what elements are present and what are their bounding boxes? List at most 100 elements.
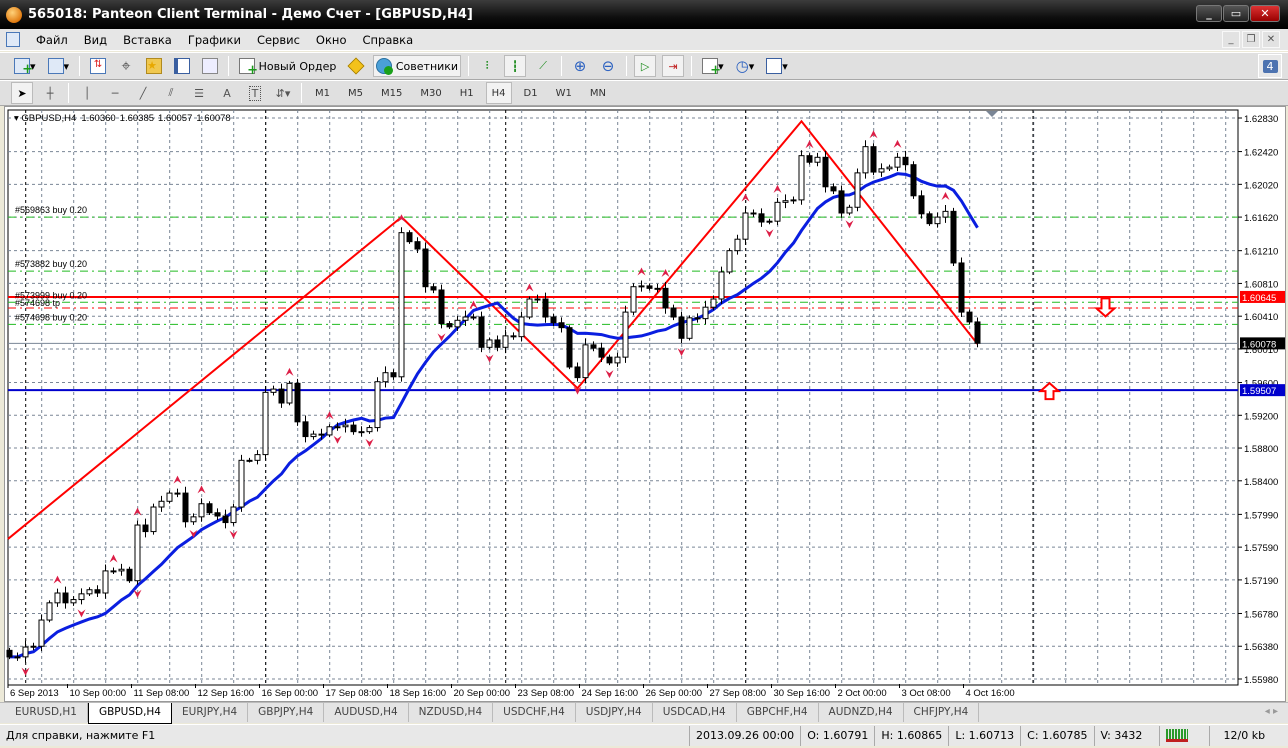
channel-icon: ⫽ [168, 86, 174, 99]
chart-tab[interactable]: NZDUSD,H4 [409, 703, 494, 722]
menu-view[interactable]: Вид [76, 33, 115, 47]
bear-candle [902, 156, 909, 166]
chart-window-icon[interactable] [6, 32, 20, 47]
bear-candle [926, 213, 933, 225]
bull-candle [86, 589, 93, 595]
chart-tab[interactable]: EURUSD,H1 [5, 703, 88, 722]
bear-candle [574, 366, 581, 379]
chart-shift-button[interactable]: ⇥ [662, 55, 685, 77]
timeframe-m15[interactable]: M15 [375, 82, 408, 104]
timeframe-d1[interactable]: D1 [518, 82, 544, 104]
bull-candle [622, 311, 629, 358]
x-tick-label: 18 Sep 16:00 [390, 688, 447, 699]
indicators-button[interactable]: + ▾ [699, 55, 727, 78]
candlestick-chart-button[interactable]: ┇ [504, 55, 527, 77]
order-label: #573882 buy 0.20 [15, 259, 87, 269]
bull-candle [470, 316, 477, 319]
mdi-minimize-button[interactable]: _ [1222, 31, 1240, 48]
bear-candle [222, 515, 229, 524]
profiles-button[interactable]: ▾ [45, 55, 73, 77]
bull-candle [798, 155, 805, 201]
new-order-button[interactable]: + Новый Ордер [236, 55, 339, 78]
maximize-button[interactable]: ▭ [1223, 5, 1249, 22]
timeframe-m5[interactable]: M5 [342, 82, 369, 104]
templates-button[interactable]: ▾ [763, 55, 791, 77]
chart-tab[interactable]: AUDUSD,H4 [324, 703, 409, 722]
timeframe-mn[interactable]: MN [584, 82, 612, 104]
chart-tab[interactable]: GBPJPY,H4 [248, 703, 325, 722]
menu-window[interactable]: Окно [308, 33, 355, 47]
timeframe-h1[interactable]: H1 [454, 82, 480, 104]
zoom-in-button[interactable]: ⊕ [569, 55, 591, 77]
menu-tools[interactable]: Сервис [249, 33, 308, 47]
equidistant-channel-button[interactable]: ⫽ [160, 82, 182, 104]
chart-symbol: GBPUSD,H4 [21, 113, 76, 124]
bear-candle [126, 568, 133, 582]
cursor-button[interactable]: ➤ [11, 82, 33, 104]
navigator-button[interactable]: ★ [143, 55, 165, 77]
text-button[interactable]: A [216, 82, 238, 104]
connection-status-icon[interactable] [1160, 725, 1210, 746]
bull-candle [54, 592, 61, 604]
mdi-close-button[interactable]: ✕ [1262, 31, 1280, 48]
menu-help[interactable]: Справка [354, 33, 421, 47]
chart-tab[interactable]: AUDNZD,H4 [819, 703, 904, 722]
minimize-button[interactable]: _ [1196, 5, 1222, 22]
bar-chart-button[interactable]: ⫶ [476, 55, 498, 77]
bear-candle [446, 323, 453, 328]
text-label-button[interactable]: T [244, 82, 266, 104]
tab-scroll-arrows[interactable]: ◂ ▸ [1265, 706, 1278, 717]
periodicity-button[interactable]: ◷ ▾ [733, 55, 758, 77]
timeframe-m1[interactable]: M1 [309, 82, 336, 104]
x-tick-label: 17 Sep 08:00 [326, 688, 383, 699]
timeframe-m30[interactable]: M30 [414, 82, 447, 104]
status-high: H: 1.60865 [875, 725, 950, 746]
data-window-button[interactable]: ⌖ [115, 55, 137, 77]
line-chart-button[interactable]: ⟋ [532, 55, 554, 77]
menu-insert[interactable]: Вставка [115, 33, 180, 47]
auto-scroll-button[interactable]: ▷ [634, 55, 657, 77]
chart-tab[interactable]: GBPUSD,H4 [87, 703, 172, 724]
menu-charts[interactable]: Графики [180, 33, 249, 47]
chart-tab[interactable]: USDJPY,H4 [576, 703, 653, 722]
chart-tab[interactable]: EURJPY,H4 [172, 703, 249, 722]
bull-candle [582, 344, 589, 379]
mdi-restore-button[interactable]: ❐ [1242, 31, 1260, 48]
bear-candle [94, 589, 101, 594]
trendline-button[interactable]: ╱ [132, 82, 154, 104]
warning-button[interactable] [345, 55, 367, 77]
chart-tab[interactable]: USDCHF,H4 [493, 703, 576, 722]
notifications-button[interactable]: 4 [1258, 54, 1282, 78]
fibonacci-button[interactable]: ☰ [188, 82, 210, 104]
arrows-button[interactable]: ⇵▾ [272, 82, 294, 104]
price-chart[interactable]: #569863 buy 0.20#573882 buy 0.20#573999 … [0, 106, 1288, 702]
market-watch-button[interactable]: ⇅ [87, 55, 109, 77]
timeframe-h4[interactable]: H4 [485, 82, 512, 104]
close-button[interactable]: ✕ [1250, 5, 1280, 22]
y-tick-label: 1.59200 [1244, 411, 1278, 422]
timeframe-w1[interactable]: W1 [550, 82, 578, 104]
y-tick-label: 1.62020 [1244, 180, 1278, 191]
chart-tab[interactable]: USDCAD,H4 [653, 703, 737, 722]
bull-candle [718, 271, 725, 300]
expert-advisors-button[interactable]: Советники [373, 55, 462, 77]
bull-candle [934, 216, 941, 225]
terminal-button[interactable] [171, 55, 193, 77]
y-tick-label: 1.62420 [1244, 148, 1278, 159]
zoom-out-button[interactable]: ⊖ [597, 55, 619, 77]
bull-candle [198, 503, 205, 518]
chart-tab[interactable]: GBPCHF,H4 [737, 703, 819, 722]
bull-candle [134, 524, 141, 582]
horizontal-line-button[interactable]: ─ [104, 82, 126, 104]
chart-tab[interactable]: CHFJPY,H4 [904, 703, 980, 722]
crosshair-button[interactable]: ┼ [39, 82, 61, 104]
strategy-tester-button[interactable] [199, 55, 221, 77]
menu-file[interactable]: Файл [28, 33, 76, 47]
new-chart-button[interactable]: + ▾ [11, 55, 39, 77]
bull-candle [702, 306, 709, 320]
bull-candle [766, 220, 773, 223]
chart-tabs: EURUSD,H1 GBPUSD,H4 EURJPY,H4 GBPJPY,H4 AUDU… [0, 702, 1288, 724]
vertical-line-button[interactable]: │ [76, 82, 98, 104]
crosshair-icon: ⌖ [121, 56, 131, 75]
vertical-line-icon: │ [83, 86, 91, 100]
